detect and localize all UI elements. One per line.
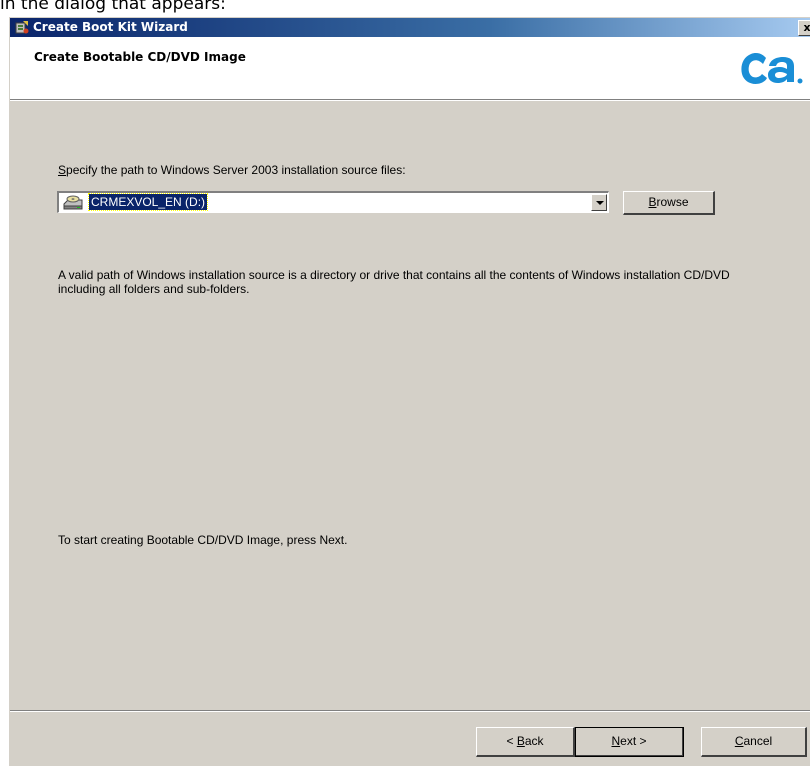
- source-path-dropdown[interactable]: CRMEXVOL_EN (D:): [57, 191, 609, 213]
- browse-label: rowse: [656, 195, 689, 209]
- path-label: Specify the path to Windows Server 2003 …: [58, 163, 406, 177]
- back-button[interactable]: < Back: [476, 727, 575, 757]
- cd-drive-icon: [62, 194, 84, 211]
- footer-divider-highlight: [10, 711, 810, 712]
- next-button[interactable]: Next >: [575, 727, 684, 757]
- start-instruction: To start creating Bootable CD/DVD Image,…: [58, 533, 348, 547]
- cancel-button[interactable]: Cancel: [701, 727, 807, 757]
- close-button[interactable]: x: [798, 20, 810, 36]
- wizard-dialog: Create Boot Kit Wizard x Create Bootable…: [8, 16, 810, 766]
- browse-mnemonic: B: [648, 195, 657, 209]
- cancel-label: ancel: [743, 734, 773, 748]
- document-caption: in the dialog that appears:: [0, 0, 226, 14]
- title-bar[interactable]: Create Boot Kit Wizard x: [10, 18, 810, 37]
- browse-button[interactable]: Browse: [623, 191, 715, 215]
- next-label: ext >: [620, 734, 647, 748]
- next-mnemonic: N: [611, 734, 621, 748]
- page-title: Create Bootable CD/DVD Image: [34, 50, 246, 64]
- header-panel: Create Bootable CD/DVD Image: [10, 37, 810, 100]
- path-label-mnemonic: S: [58, 163, 67, 177]
- back-mnemonic: B: [516, 734, 525, 748]
- chevron-down-icon[interactable]: [591, 194, 607, 211]
- header-divider: [10, 100, 810, 101]
- path-label-text: pecify the path to Windows Server 2003 i…: [66, 163, 406, 177]
- back-prefix: <: [506, 734, 517, 748]
- window-title: Create Boot Kit Wizard: [33, 20, 188, 34]
- selected-drive: CRMEXVOL_EN (D:): [87, 193, 209, 211]
- ca-logo: [736, 46, 806, 90]
- info-text: A valid path of Windows installation sou…: [58, 268, 730, 296]
- back-label: ack: [524, 734, 544, 748]
- wizard-app-icon: [14, 20, 30, 35]
